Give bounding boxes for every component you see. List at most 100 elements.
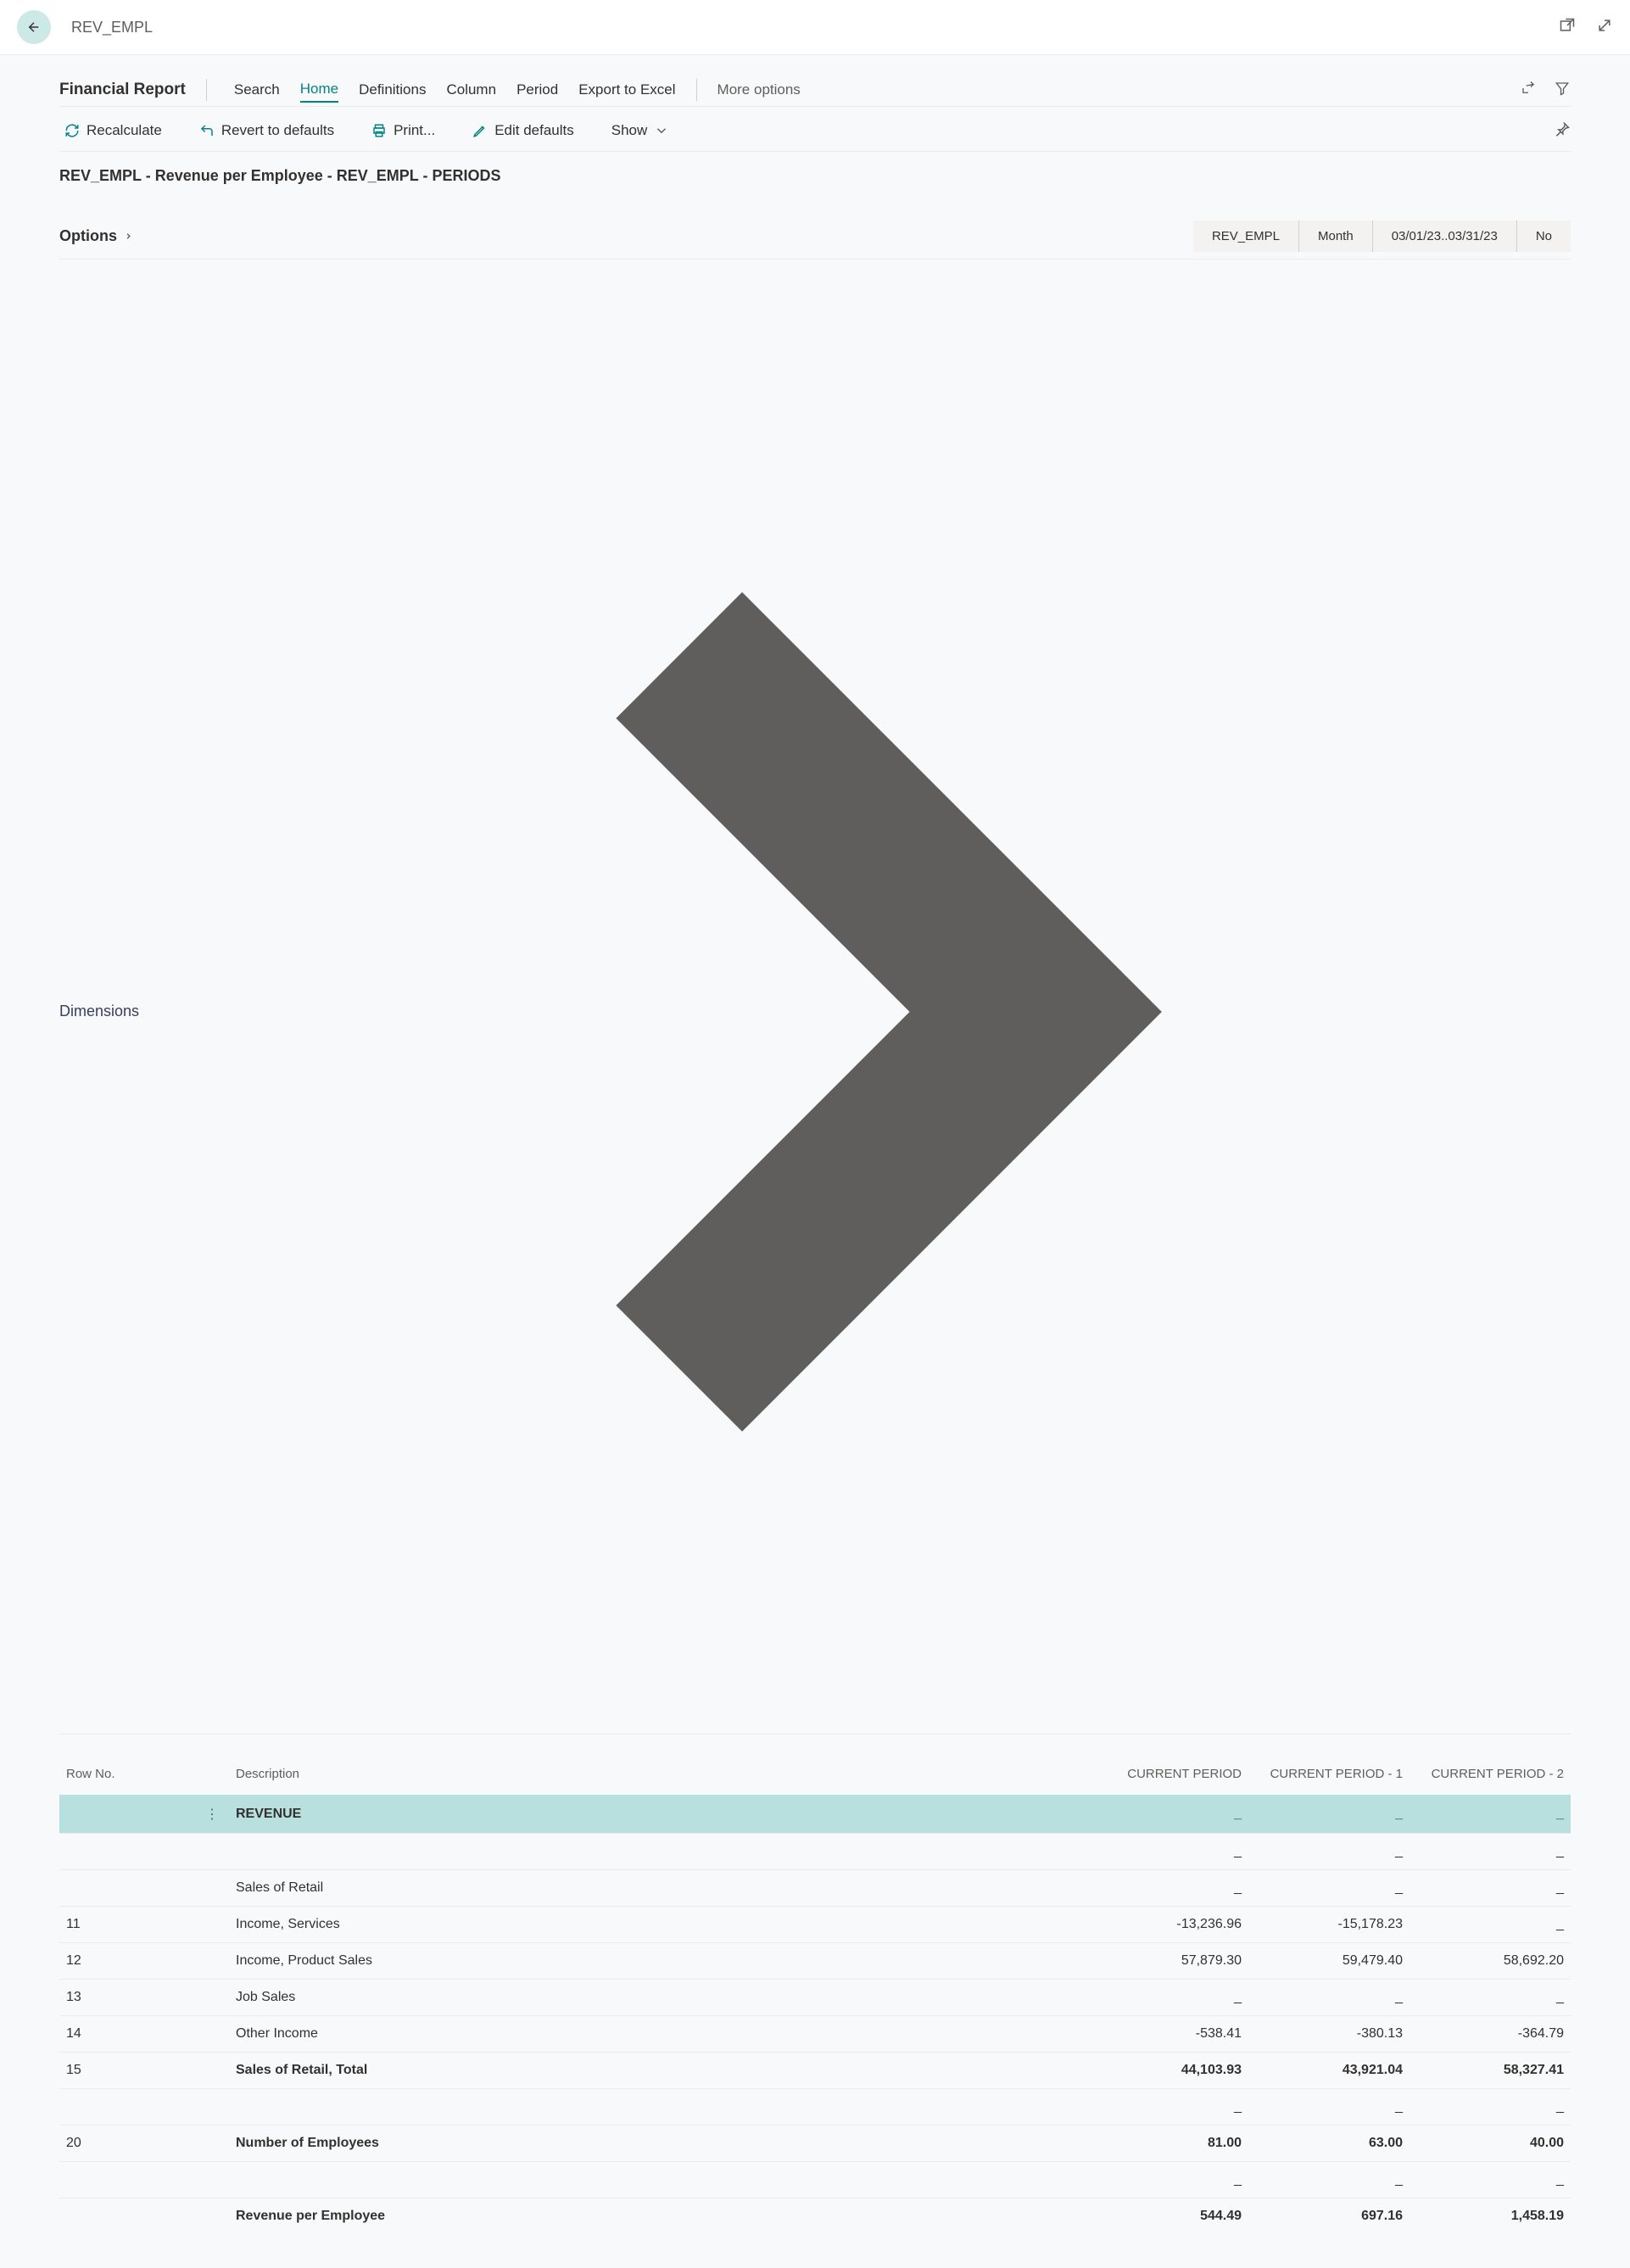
share-icon[interactable] [1520,81,1537,99]
cell-desc: Sales of Retail, Total [229,2052,1087,2088]
expand-icon[interactable] [1596,17,1613,37]
cell-value: _ [1410,2088,1571,2125]
print-icon [371,123,387,138]
table-row[interactable]: 13Job Sales___ [59,1979,1571,2015]
table-row[interactable]: ⋮REVENUE___ [59,1795,1571,1833]
cell-desc: Job Sales [229,1979,1087,2015]
cell-value: -380.13 [1248,2015,1410,2052]
export-excel-button[interactable]: Export to Excel [578,78,675,102]
report-title: REV_EMPL - Revenue per Employee - REV_EM… [59,167,1571,185]
show-dropdown[interactable]: Show [606,119,675,142]
cell-value: 43,921.04 [1248,2052,1410,2088]
more-options-button[interactable]: More options [717,78,801,102]
recalculate-button[interactable]: Recalculate [59,119,167,142]
separator [206,79,207,101]
row-menu [195,2088,229,2125]
cell-value: _ [1087,1869,1248,1906]
row-menu [195,2052,229,2088]
chip-flag[interactable]: No [1516,221,1571,252]
revert-button[interactable]: Revert to defaults [194,119,339,142]
row-menu [195,1906,229,1942]
table-row[interactable]: ___ [59,2088,1571,2125]
cell-value: _ [1410,1869,1571,1906]
cell-value: 59,479.40 [1248,1942,1410,1979]
cell-rowno: 14 [59,2015,195,2052]
table-row[interactable]: ___ [59,1833,1571,1869]
cell-desc: REVENUE [229,1795,1087,1833]
row-menu [195,2015,229,2052]
cell-desc: Other Income [229,2015,1087,2052]
tab-period[interactable]: Period [516,78,558,102]
col-desc[interactable]: Description [229,1758,1087,1796]
cell-value: _ [1248,1795,1410,1833]
cell-desc: Number of Employees [229,2125,1087,2161]
cell-desc: Income, Product Sales [229,1942,1087,1979]
cell-value: _ [1410,1833,1571,1869]
page-title: REV_EMPL [71,19,1559,36]
table-row[interactable]: 14 Other Income-538.41-380.13-364.79 [59,2015,1571,2052]
pin-icon[interactable] [1554,120,1571,141]
separator [696,79,697,101]
col-menu [195,1758,229,1796]
open-new-window-icon[interactable] [1559,17,1576,37]
search-button[interactable]: Search [227,78,280,102]
cell-rowno [59,2161,195,2198]
cell-desc [229,1833,1087,1869]
cell-desc: Revenue per Employee [229,2198,1087,2234]
cell-value: -364.79 [1410,2015,1571,2052]
col-rowno[interactable]: Row No. [59,1758,195,1796]
row-menu [195,1942,229,1979]
edit-defaults-button[interactable]: Edit defaults [467,119,579,142]
chevron-right-icon [144,299,1571,1725]
cell-value: 697.16 [1248,2198,1410,2234]
cell-value: -13,236.96 [1087,1906,1248,1942]
filter-icon[interactable] [1554,81,1571,99]
cell-rowno [59,1833,195,1869]
print-button[interactable]: Print... [366,119,440,142]
table-row[interactable]: Revenue per Employee544.49697.161,458.19 [59,2198,1571,2234]
cell-rowno: 12 [59,1942,195,1979]
cell-desc: Income, Services [229,1906,1087,1942]
cell-value: _ [1087,2088,1248,2125]
cell-value: _ [1410,1979,1571,2015]
row-menu [195,1833,229,1869]
cell-value: _ [1087,2161,1248,2198]
col-prev2[interactable]: CURRENT PERIOD - 2 [1410,1758,1571,1796]
refresh-icon [64,123,80,138]
col-current[interactable]: CURRENT PERIOD [1087,1758,1248,1796]
tab-home[interactable]: Home [300,77,338,103]
options-toggle[interactable]: Options [59,227,117,245]
tab-definitions[interactable]: Definitions [359,78,426,102]
row-menu[interactable]: ⋮ [195,1795,229,1833]
chip-report[interactable]: REV_EMPL [1193,221,1298,252]
table-row[interactable]: 11Income, Services-13,236.96-15,178.23_ [59,1906,1571,1942]
cell-value: 63.00 [1248,2125,1410,2161]
tab-column[interactable]: Column [446,78,496,102]
row-menu [195,2161,229,2198]
chip-period-type[interactable]: Month [1298,221,1372,252]
row-menu [195,1979,229,2015]
cell-rowno: 11 [59,1906,195,1942]
cell-value: _ [1248,2088,1410,2125]
cell-rowno [59,1869,195,1906]
table-row[interactable]: Sales of Retail___ [59,1869,1571,1906]
cell-value: 544.49 [1087,2198,1248,2234]
table-row[interactable]: 20Number of Employees81.0063.0040.00 [59,2125,1571,2161]
table-row[interactable]: ___ [59,2161,1571,2198]
chip-date-range[interactable]: 03/01/23..03/31/23 [1372,221,1516,252]
back-button[interactable] [17,10,51,44]
row-menu [195,2125,229,2161]
cell-rowno: 15 [59,2052,195,2088]
financial-report-label: Financial Report [59,81,186,99]
cell-value: -538.41 [1087,2015,1248,2052]
cell-value: 81.00 [1087,2125,1248,2161]
col-prev1[interactable]: CURRENT PERIOD - 1 [1248,1758,1410,1796]
dimensions-toggle[interactable]: Dimensions [59,1003,139,1020]
cell-desc: Sales of Retail [229,1869,1087,1906]
table-row[interactable]: 15Sales of Retail, Total44,103.9343,921.… [59,2052,1571,2088]
report-table: Row No. Description CURRENT PERIOD CURRE… [59,1758,1571,2234]
chevron-down-icon [654,123,669,138]
chevron-right-icon [124,232,133,241]
cell-value: _ [1248,1833,1410,1869]
table-row[interactable]: 12Income, Product Sales57,879.3059,479.4… [59,1942,1571,1979]
